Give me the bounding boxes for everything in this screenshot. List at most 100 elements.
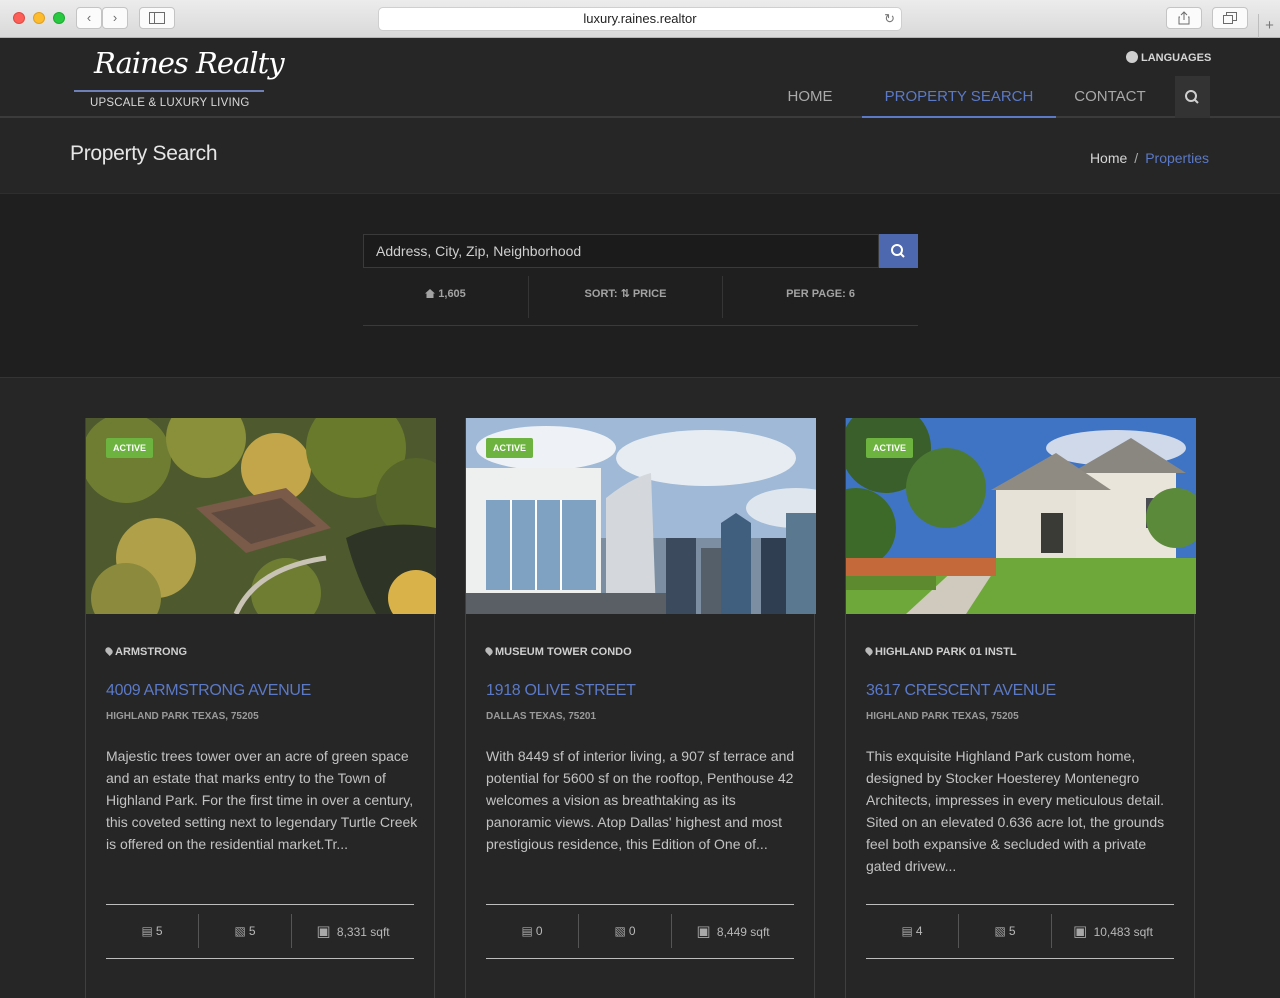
beds: ▤ 4: [866, 914, 958, 948]
nav-search-button[interactable]: [1175, 76, 1210, 118]
bath-icon: ▧: [614, 924, 626, 938]
property-address-link[interactable]: 1918 OLIVE STREET: [486, 682, 636, 700]
divider: [486, 958, 794, 959]
sidebar-button[interactable]: [139, 7, 175, 29]
property-photo[interactable]: ACTIVE: [846, 418, 1196, 614]
property-address-link[interactable]: 4009 ARMSTRONG AVENUE: [106, 682, 311, 700]
neighborhood-label: ARMSTRONG: [115, 646, 188, 658]
breadcrumb: Home / Properties: [1090, 150, 1209, 166]
close-window-button[interactable]: [13, 12, 25, 24]
languages-link[interactable]: LANGUAGES: [1126, 51, 1211, 64]
breadcrumb-separator: /: [1134, 150, 1139, 166]
chevron-left-icon: ‹: [86, 10, 92, 25]
property-city: HIGHLAND PARK TEXAS, 75205: [106, 711, 259, 722]
property-photo[interactable]: ACTIVE: [86, 418, 436, 614]
map-pin-icon: [104, 646, 114, 656]
share-button[interactable]: [1166, 7, 1202, 29]
divider: [106, 904, 414, 905]
floor-plan-icon: ▣: [696, 922, 711, 940]
property-photo[interactable]: ACTIVE: [466, 418, 816, 614]
neighborhood-label: HIGHLAND PARK 01 INSTL: [875, 646, 1017, 658]
site-header: Raines Realty UPSCALE & LUXURY LIVING LA…: [0, 38, 1280, 118]
search-input[interactable]: [363, 234, 879, 268]
nav-home[interactable]: HOME: [768, 76, 852, 118]
divider: [486, 904, 794, 905]
forward-button[interactable]: ›: [102, 7, 128, 29]
property-city: DALLAS TEXAS, 75201: [486, 711, 597, 722]
address-bar[interactable]: luxury.raines.realtor ↻: [378, 7, 902, 31]
languages-label: LANGUAGES: [1141, 52, 1212, 64]
bed-icon: ▤: [521, 924, 533, 938]
sqft: ▣ 8,331 sqft: [292, 914, 414, 948]
divider: [866, 958, 1174, 959]
tabs-icon: [1223, 12, 1237, 24]
beds-value: 0: [535, 924, 543, 938]
property-description: With 8449 sf of interior living, a 907 s…: [486, 748, 795, 852]
new-tab-button[interactable]: +: [1258, 14, 1280, 38]
beds: ▤ 5: [106, 914, 198, 948]
sort-control[interactable]: SORT: ⇅ PRICE: [529, 276, 722, 318]
sqft-value: 10,483 sqft: [1093, 925, 1153, 939]
neighborhood: MUSEUM TOWER CONDO: [484, 646, 632, 658]
property-city: HIGHLAND PARK TEXAS, 75205: [866, 711, 1019, 722]
search-icon: [891, 244, 905, 258]
baths: ▧ 0: [579, 914, 671, 948]
property-card[interactable]: ACTIVE HIGHLAND PARK 01 INSTL 3617 CRESC…: [845, 418, 1196, 998]
reload-icon[interactable]: ↻: [884, 8, 895, 30]
baths-value: 5: [1008, 924, 1016, 938]
bed-icon: ▤: [901, 924, 913, 938]
floor-plan-icon: ▣: [1073, 922, 1088, 940]
neighborhood: ARMSTRONG: [104, 646, 188, 658]
property-description: Majestic trees tower over an acre of gre…: [106, 748, 418, 852]
sort-icon: ⇅: [620, 287, 630, 300]
map-pin-icon: [484, 646, 494, 656]
sqft: ▣ 8,449 sqft: [672, 914, 794, 948]
minimize-window-button[interactable]: [33, 12, 45, 24]
sort-label: SORT:: [584, 288, 618, 300]
per-page-control[interactable]: PER PAGE: 6: [723, 276, 918, 318]
breadcrumb-current[interactable]: Properties: [1145, 150, 1209, 166]
browser-toolbar: ‹ › luxury.raines.realtor ↻ +: [0, 0, 1280, 38]
listings-grid: ACTIVE ARMSTRONG 4009 ARMSTRONG AVENUE H…: [0, 378, 1280, 998]
result-count-value: 1,605: [438, 288, 466, 300]
baths: ▧ 5: [199, 914, 291, 948]
zoom-window-button[interactable]: [53, 12, 65, 24]
search-section: 1,605 SORT: ⇅PRICE PER PAGE: 6: [0, 194, 1280, 378]
nav-property-search[interactable]: PROPERTY SEARCH: [862, 76, 1056, 118]
status-badge: ACTIVE: [866, 438, 914, 458]
globe-icon: [1126, 51, 1138, 63]
sqft-value: 8,331 sqft: [336, 925, 390, 939]
property-card[interactable]: ACTIVE MUSEUM TOWER CONDO 1918 OLIVE STR…: [465, 418, 816, 998]
share-icon: [1178, 11, 1190, 25]
status-badge: ACTIVE: [106, 438, 154, 458]
sqft-value: 8,449 sqft: [716, 925, 770, 939]
property-address-link[interactable]: 3617 CRESCENT AVENUE: [866, 682, 1056, 700]
back-button[interactable]: ‹: [76, 7, 102, 29]
page-title-bar: Property Search Home / Properties: [0, 120, 1280, 194]
logo-script: Raines Realty: [94, 46, 285, 80]
beds-value: 5: [155, 924, 163, 938]
divider: [106, 958, 414, 959]
map-pin-icon: [864, 646, 874, 656]
plus-icon: +: [1265, 17, 1274, 34]
breadcrumb-home[interactable]: Home: [1090, 150, 1127, 166]
bath-icon: ▧: [234, 924, 246, 938]
sidebar-icon: [149, 12, 165, 24]
neighborhood-label: MUSEUM TOWER CONDO: [495, 646, 632, 658]
tabs-button[interactable]: [1212, 7, 1248, 29]
url-text: luxury.raines.realtor: [583, 11, 697, 26]
chevron-right-icon: ›: [112, 10, 118, 25]
baths-value: 0: [628, 924, 636, 938]
search-icon: [1185, 90, 1199, 104]
baths: ▧ 5: [959, 914, 1051, 948]
search-button[interactable]: [879, 234, 918, 268]
page-title: Property Search: [70, 142, 218, 165]
beds: ▤ 0: [486, 914, 578, 948]
neighborhood: HIGHLAND PARK 01 INSTL: [864, 646, 1017, 658]
nav-contact[interactable]: CONTACT: [1060, 76, 1160, 118]
main-nav: HOME PROPERTY SEARCH CONTACT: [0, 76, 1280, 118]
property-card[interactable]: ACTIVE ARMSTRONG 4009 ARMSTRONG AVENUE H…: [85, 418, 436, 998]
status-badge: ACTIVE: [486, 438, 534, 458]
sort-value: PRICE: [632, 288, 667, 300]
bed-icon: ▤: [141, 924, 153, 938]
